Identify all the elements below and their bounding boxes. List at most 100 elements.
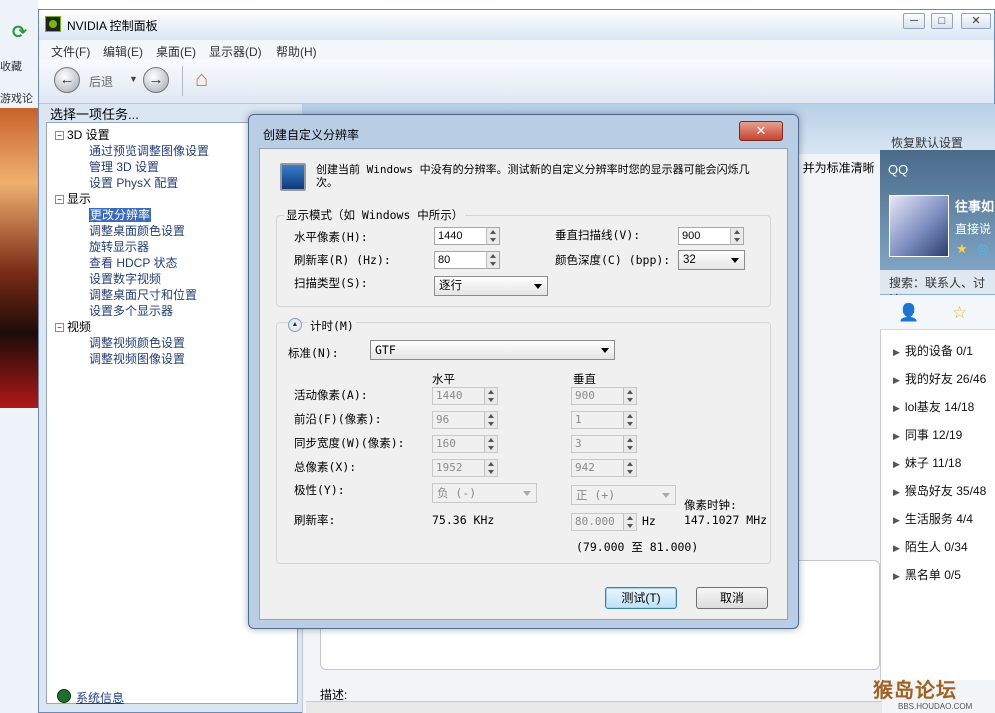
- qq-group-item[interactable]: ▶ 黑名单 0/5: [893, 566, 961, 583]
- maximize-button[interactable]: □: [931, 13, 953, 29]
- avatar[interactable]: [889, 195, 949, 257]
- tree-item-change-resolution[interactable]: 更改分辨率: [89, 206, 152, 223]
- menu-desktop[interactable]: 桌面(E): [156, 43, 196, 60]
- spinner-arrows-icon[interactable]: [730, 228, 743, 244]
- tree-item-hdcp[interactable]: 查看 HDCP 状态: [89, 254, 177, 271]
- refresh-icon[interactable]: ⟳: [12, 22, 27, 43]
- polarity-v-select[interactable]: 正 (+): [571, 485, 676, 505]
- qq-logo: QQ: [888, 162, 909, 177]
- spinner-arrows-icon[interactable]: [486, 252, 499, 268]
- spinner-arrows-icon[interactable]: [623, 436, 636, 452]
- favorites-label[interactable]: 收藏: [0, 58, 22, 74]
- menu-display[interactable]: 显示器(D): [209, 43, 262, 60]
- qq-search-input[interactable]: 搜索：联系人、讨论: [880, 270, 995, 307]
- forward-arrow-icon[interactable]: →: [143, 67, 169, 93]
- qq-nickname[interactable]: 往事如: [955, 196, 994, 215]
- qq-group-item[interactable]: ▶ 陌生人 0/34: [893, 538, 968, 555]
- tree-node-3d-settings[interactable]: −3D 设置: [55, 126, 110, 143]
- spinner-arrows-icon[interactable]: [484, 460, 497, 476]
- polarity-label: 极性(Y):: [294, 483, 345, 497]
- tree-item-adjust-image-preview[interactable]: 通过预览调整图像设置: [89, 142, 209, 159]
- cancel-button[interactable]: 取消: [696, 587, 768, 609]
- v-refresh-unit: Hz: [642, 514, 656, 528]
- tree-item-physx[interactable]: 设置 PhysX 配置: [89, 174, 178, 191]
- refresh-rate-spinner[interactable]: 80: [434, 251, 500, 269]
- sync-h-spinner[interactable]: 160: [432, 435, 498, 453]
- qq-group-item[interactable]: ▶ 猴岛好友 35/48: [893, 482, 986, 499]
- qq-group-item[interactable]: ▶ 生活服务 4/4: [893, 510, 973, 527]
- menu-edit[interactable]: 编辑(E): [103, 43, 143, 60]
- menu-file[interactable]: 文件(F): [51, 43, 90, 60]
- tree-item-video-image[interactable]: 调整视频图像设置: [89, 350, 185, 367]
- back-arrow-icon[interactable]: ←: [54, 67, 80, 93]
- sync-v-spinner[interactable]: 3: [571, 435, 637, 453]
- active-v-spinner[interactable]: 900: [571, 387, 637, 405]
- qq-group-item[interactable]: ▶ 同事 12/19: [893, 426, 962, 443]
- back-dropdown-icon[interactable]: ▼: [129, 74, 138, 84]
- qq-group-item[interactable]: ▶ lol基友 14/18: [893, 398, 974, 415]
- qq-group-item[interactable]: ▶ 我的好友 26/46: [893, 370, 986, 387]
- contacts-tab-icon[interactable]: 👤: [898, 303, 919, 323]
- minimize-button[interactable]: ─: [903, 13, 925, 29]
- scan-type-value: 逐行: [439, 280, 462, 292]
- polarity-h-select[interactable]: 负 (-): [432, 483, 537, 503]
- collapse-icon[interactable]: −: [55, 131, 64, 140]
- back-label[interactable]: 后退: [89, 73, 113, 90]
- tree-item-manage-3d[interactable]: 管理 3D 设置: [89, 158, 159, 175]
- dialog-close-button[interactable]: ✕: [739, 121, 783, 141]
- horizontal-scrollbar[interactable]: [306, 701, 882, 713]
- spinner-arrows-icon[interactable]: [623, 514, 636, 530]
- dialog-title: 创建自定义分辨率: [263, 128, 360, 142]
- h-pixels-spinner[interactable]: 1440: [434, 227, 500, 245]
- collapse-up-icon[interactable]: ▲: [288, 318, 302, 332]
- spinner-arrows-icon[interactable]: [484, 388, 497, 404]
- tree-item-desktop-size[interactable]: 调整桌面尺寸和位置: [89, 286, 197, 303]
- total-h-spinner[interactable]: 1952: [432, 459, 498, 477]
- qq-status[interactable]: 直接说: [955, 220, 991, 237]
- star-icon[interactable]: ★: [956, 241, 968, 257]
- spinner-arrows-icon[interactable]: [484, 436, 497, 452]
- total-v-spinner[interactable]: 942: [571, 459, 637, 477]
- app-icon[interactable]: ◎: [977, 241, 988, 257]
- home-icon[interactable]: ⌂: [195, 66, 208, 92]
- tree-item-digital-video[interactable]: 设置数字视频: [89, 270, 161, 287]
- timing-standard-select[interactable]: GTF: [370, 340, 615, 360]
- game-ad-banner[interactable]: [0, 108, 38, 408]
- tree-item-rotate-display[interactable]: 旋转显示器: [89, 238, 149, 255]
- menu-help[interactable]: 帮助(H): [276, 43, 317, 60]
- restore-defaults-link[interactable]: 恢复默认设置: [891, 134, 963, 151]
- tree-node-display[interactable]: − 显示: [55, 190, 91, 207]
- dropdown-arrow-icon: [731, 258, 739, 263]
- tree-node-video[interactable]: − 视频: [55, 318, 91, 335]
- window-titlebar[interactable]: NVIDIA 控制面板 ─ □ ✕: [39, 10, 994, 38]
- test-button[interactable]: 测试(T): [605, 587, 677, 609]
- spinner-arrows-icon[interactable]: [486, 228, 499, 244]
- v-lines-spinner[interactable]: 900: [678, 227, 744, 245]
- tree-item-video-color[interactable]: 调整视频颜色设置: [89, 334, 185, 351]
- favorites-tab-icon[interactable]: ☆: [952, 303, 967, 323]
- scan-type-select[interactable]: 逐行: [434, 276, 548, 296]
- front-porch-label: 前沿(F)(像素):: [294, 412, 382, 426]
- tree-node-label: 显示: [67, 192, 92, 206]
- front-h-spinner[interactable]: 96: [432, 411, 498, 429]
- active-h-spinner[interactable]: 1440: [432, 387, 498, 405]
- qq-group-label: 我的设备 0/1: [904, 344, 973, 358]
- dialog-info-text: 创建当前 Windows 中没有的分辨率。测试新的自定义分辨率时您的显示器可能会…: [316, 163, 750, 189]
- spinner-arrows-icon[interactable]: [623, 460, 636, 476]
- game-forum-label[interactable]: 游戏论: [0, 90, 33, 106]
- close-button[interactable]: ✕: [961, 13, 991, 29]
- collapse-icon[interactable]: −: [55, 323, 64, 332]
- tree-item-multi-display[interactable]: 设置多个显示器: [89, 302, 173, 319]
- collapse-icon[interactable]: −: [55, 195, 64, 204]
- spinner-arrows-icon[interactable]: [623, 388, 636, 404]
- v-refresh-spinner[interactable]: 80.000: [571, 513, 637, 531]
- tree-item-desktop-color[interactable]: 调整桌面颜色设置: [89, 222, 185, 239]
- qq-group-item[interactable]: ▶ 妹子 11/18: [893, 454, 961, 471]
- color-depth-select[interactable]: 32: [678, 250, 745, 270]
- system-info-link[interactable]: 系统信息: [76, 689, 124, 706]
- qq-group-item[interactable]: ▶ 我的设备 0/1: [893, 342, 973, 359]
- color-depth-label: 颜色深度(C) (bpp):: [555, 253, 671, 267]
- spinner-arrows-icon[interactable]: [623, 412, 636, 428]
- spinner-arrows-icon[interactable]: [484, 412, 497, 428]
- front-v-spinner[interactable]: 1: [571, 411, 637, 429]
